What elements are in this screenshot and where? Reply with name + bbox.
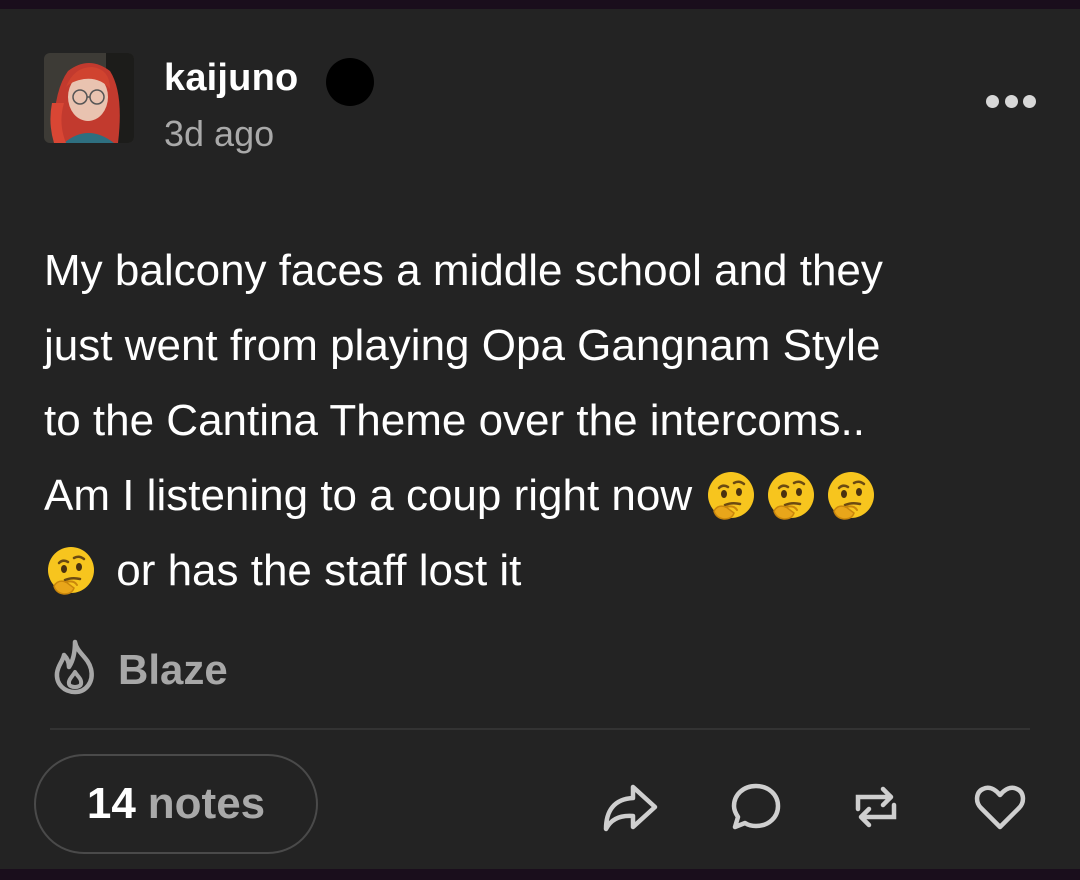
blaze-label: Blaze bbox=[118, 645, 228, 693]
avatar[interactable] bbox=[44, 53, 134, 143]
reply-button[interactable] bbox=[726, 777, 786, 837]
status-dot bbox=[326, 58, 374, 106]
dot-icon bbox=[1004, 94, 1018, 108]
post-text-line: just went from playing Opa Gangnam Style bbox=[44, 308, 1044, 383]
like-button[interactable] bbox=[970, 777, 1030, 837]
thinking-face-emoji bbox=[824, 469, 878, 523]
post-text-line: or has the staff lost it bbox=[44, 533, 1044, 608]
share-button[interactable] bbox=[600, 777, 660, 837]
reblog-button[interactable] bbox=[846, 777, 906, 837]
post-body: My balcony faces a middle school and the… bbox=[44, 233, 1044, 608]
notes-count: 14 bbox=[86, 779, 136, 828]
dot-icon bbox=[1023, 94, 1036, 108]
thinking-face-emoji bbox=[704, 469, 758, 523]
dot-icon bbox=[986, 94, 999, 108]
like-icon bbox=[970, 777, 1030, 837]
post-text: My balcony faces a middle school and the… bbox=[44, 246, 883, 295]
post-timestamp[interactable]: 3d ago bbox=[164, 113, 274, 155]
post-card: kaijuno 3d ago My balcony faces a middle… bbox=[0, 9, 1080, 869]
more-options-button[interactable] bbox=[986, 93, 1036, 109]
post-text-line: to the Cantina Theme over the intercoms.… bbox=[44, 383, 1044, 458]
reblog-icon bbox=[846, 777, 906, 837]
share-icon bbox=[600, 777, 660, 837]
post-text-line: My balcony faces a middle school and the… bbox=[44, 233, 1044, 308]
notes-label: notes bbox=[147, 779, 266, 828]
post-text: just went from playing Opa Gangnam Style bbox=[44, 321, 881, 370]
post-text-line: Am I listening to a coup right now bbox=[44, 458, 1044, 533]
flame-icon bbox=[50, 639, 100, 700]
thinking-face-emoji bbox=[764, 469, 818, 523]
blaze-button[interactable]: Blaze bbox=[50, 639, 228, 700]
username[interactable]: kaijuno bbox=[164, 57, 298, 100]
post-text: Am I listening to a coup right now bbox=[44, 471, 705, 520]
post-text: to the Cantina Theme over the intercoms.… bbox=[44, 396, 865, 445]
divider bbox=[50, 728, 1030, 730]
notes-button[interactable]: 14 notes bbox=[34, 754, 318, 854]
reply-icon bbox=[726, 777, 786, 837]
thinking-face-emoji bbox=[44, 544, 98, 598]
post-text: or has the staff lost it bbox=[104, 546, 522, 595]
